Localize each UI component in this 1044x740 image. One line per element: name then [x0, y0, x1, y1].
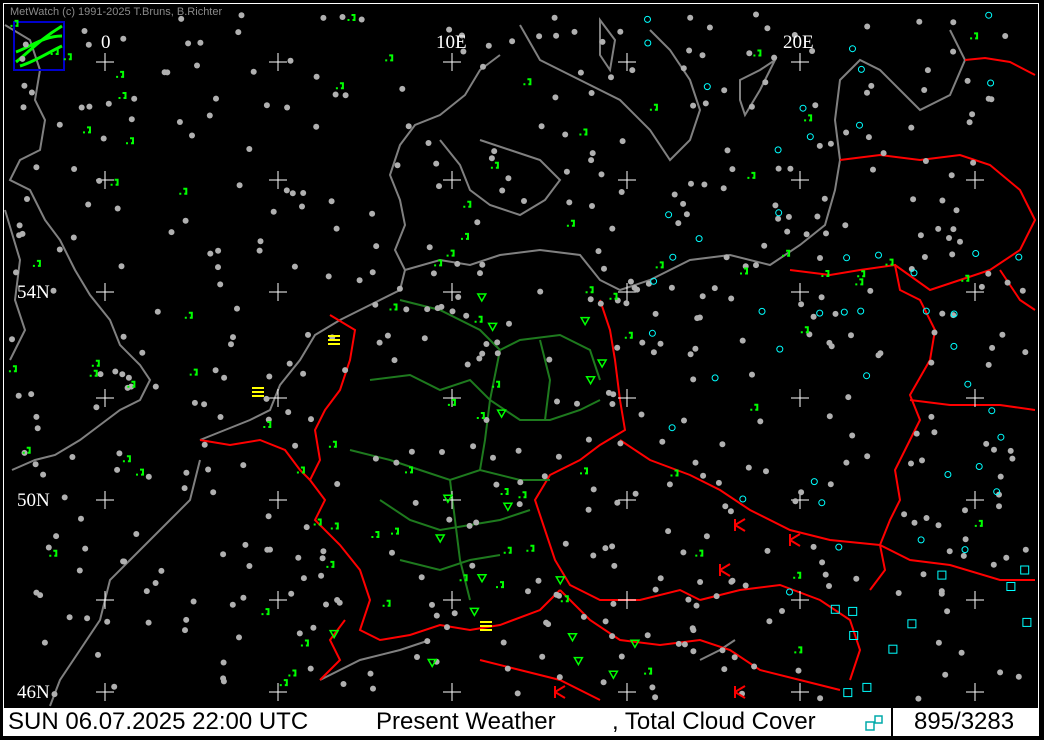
status-divider: [891, 708, 893, 736]
status-bar: SUN 06.07.2025 22:00 UTC Present Weather…: [4, 708, 1039, 736]
status-layer-total-cloud-cover: , Total Cloud Cover: [612, 708, 816, 735]
status-layer-present-weather: Present Weather: [376, 708, 556, 735]
grid-label-lon-0: 0: [101, 32, 111, 53]
status-datetime: SUN 06.07.2025 22:00 UTC: [8, 708, 309, 735]
map-frame: [3, 3, 1039, 736]
copyright-text: MetWatch (c) 1991-2025 T.Bruns, B.Richte…: [10, 6, 223, 18]
grid-label-lon-10e: 10E: [436, 32, 467, 53]
status-count: 895/3283: [914, 708, 1015, 735]
grid-label-lat-46n: 46N: [17, 682, 50, 703]
grid-label-lon-20e: 20E: [783, 32, 814, 53]
grid-label-lat-54n: 54N: [17, 282, 50, 303]
cloud-cover-legend-icon: [865, 715, 883, 731]
grid-label-lat-50n: 50N: [17, 490, 50, 511]
map-screen: MetWatch (c) 1991-2025 T.Bruns, B.Richte…: [0, 0, 1044, 740]
